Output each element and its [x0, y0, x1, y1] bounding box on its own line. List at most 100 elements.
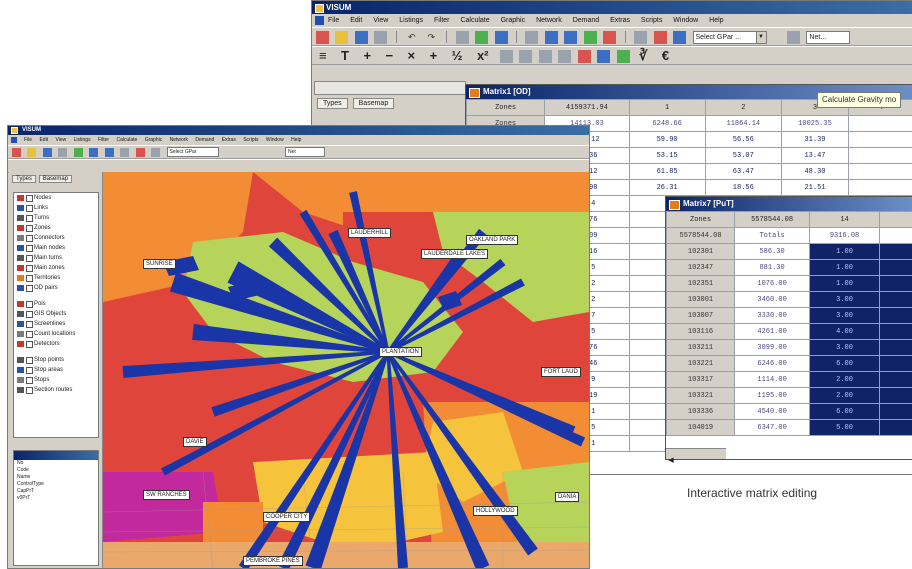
plus-icon[interactable]: + — [363, 48, 371, 63]
layer-item[interactable]: Turns — [14, 213, 98, 223]
cell[interactable]: Totals — [735, 228, 810, 244]
zoom-in-icon[interactable] — [545, 31, 558, 44]
layer-checkbox[interactable] — [26, 367, 33, 374]
cell[interactable]: 2.00 — [810, 388, 880, 404]
col-header[interactable]: Zones — [667, 212, 735, 228]
col-header[interactable]: 1 — [629, 100, 705, 116]
cell[interactable] — [879, 260, 912, 276]
tab-basemap[interactable]: Basemap — [353, 98, 395, 109]
row-header[interactable]: 102347 — [667, 260, 735, 276]
row-header[interactable]: 103001 — [667, 292, 735, 308]
cell[interactable]: 6246.00 — [735, 356, 810, 372]
layer-item[interactable]: Count locations — [14, 329, 98, 339]
menu-graphic[interactable]: Graphic — [501, 14, 526, 27]
menu-calculate[interactable]: Calculate — [460, 14, 489, 27]
menu-edit[interactable]: Edit — [39, 135, 48, 145]
row-header[interactable]: 104019 — [667, 420, 735, 436]
cell[interactable]: 1195.00 — [735, 388, 810, 404]
cell[interactable]: 4.00 — [810, 324, 880, 340]
menu-view[interactable]: View — [55, 135, 66, 145]
cell[interactable] — [848, 148, 912, 164]
redo-icon[interactable]: ↷ — [425, 31, 438, 44]
cell[interactable]: 26.31 — [629, 180, 705, 196]
select-icon[interactable] — [584, 31, 597, 44]
cell[interactable] — [879, 388, 912, 404]
flow-icon[interactable] — [597, 50, 610, 63]
layer-item[interactable]: Stop points — [14, 355, 98, 365]
attribute-row[interactable]: No — [14, 460, 98, 467]
filter-select[interactable]: Select GPar ...▼ — [693, 31, 767, 44]
matrix-icon[interactable] — [539, 50, 552, 63]
new-icon[interactable] — [316, 31, 329, 44]
aggregate-icon[interactable] — [519, 50, 532, 63]
layer-checkbox[interactable] — [26, 245, 33, 252]
print-icon[interactable] — [374, 31, 387, 44]
table-icon[interactable] — [654, 31, 667, 44]
attribute-row[interactable]: CapPrT — [14, 488, 98, 495]
layer-item[interactable]: Territories — [14, 273, 98, 283]
menu-scripts[interactable]: Scripts — [243, 135, 258, 145]
layer-checkbox[interactable] — [26, 195, 33, 202]
layer-checkbox[interactable] — [26, 331, 33, 338]
col-header[interactable]: Zones — [467, 100, 545, 116]
cell[interactable]: 586.30 — [735, 244, 810, 260]
info-icon[interactable] — [495, 31, 508, 44]
menu-file[interactable]: File — [24, 135, 32, 145]
refresh-icon[interactable] — [74, 148, 83, 157]
equals-icon[interactable]: ≡ — [319, 48, 327, 63]
pan-icon[interactable] — [120, 148, 129, 157]
menu-calculate[interactable]: Calculate — [116, 135, 137, 145]
scroll-left-icon[interactable]: ◀ — [666, 456, 676, 464]
cell[interactable]: 4261.00 — [735, 324, 810, 340]
menu-help[interactable]: Help — [291, 135, 301, 145]
layer-item[interactable]: Section routes — [14, 385, 98, 395]
attribute-row[interactable]: ControlType — [14, 481, 98, 488]
menu-extras[interactable]: Extras — [610, 14, 630, 27]
cell[interactable]: 13.47 — [781, 148, 848, 164]
multiply-icon[interactable]: × — [408, 48, 416, 63]
row-header[interactable]: 103317 — [667, 372, 735, 388]
new-icon[interactable] — [12, 148, 21, 157]
cell[interactable]: 3330.00 — [735, 308, 810, 324]
menu-network[interactable]: Network — [536, 14, 562, 27]
filter-icon[interactable] — [603, 31, 616, 44]
print-icon[interactable] — [58, 148, 67, 157]
cell[interactable]: 6.00 — [810, 356, 880, 372]
cell[interactable]: 63.47 — [705, 164, 781, 180]
row-header[interactable]: 5578544.08 — [667, 228, 735, 244]
layer-checkbox[interactable] — [26, 311, 33, 318]
cell[interactable]: 11864.14 — [705, 116, 781, 132]
filter-icon[interactable] — [136, 148, 145, 157]
layer-checkbox[interactable] — [26, 255, 33, 262]
tab-types[interactable]: Types — [317, 98, 348, 109]
layer-item[interactable]: Links — [14, 203, 98, 213]
layer-item[interactable]: Main zones — [14, 263, 98, 273]
cell[interactable] — [879, 292, 912, 308]
layer-item[interactable]: Main turns — [14, 253, 98, 263]
cell[interactable]: 1.00 — [810, 260, 880, 276]
menu-window[interactable]: Window — [266, 135, 284, 145]
cell[interactable]: 21.51 — [781, 180, 848, 196]
layer-checkbox[interactable] — [26, 321, 33, 328]
row-header[interactable]: 102301 — [667, 244, 735, 260]
cell[interactable]: 6248.66 — [629, 116, 705, 132]
attribute-row[interactable]: v0PrT — [14, 495, 98, 502]
list-icon[interactable] — [634, 31, 647, 44]
attribute-row[interactable]: Code — [14, 467, 98, 474]
cell[interactable]: 4540.00 — [735, 404, 810, 420]
layer-checkbox[interactable] — [26, 225, 33, 232]
chart-icon[interactable] — [578, 50, 591, 63]
zoom-in-icon[interactable] — [89, 148, 98, 157]
cell[interactable] — [879, 372, 912, 388]
save-icon[interactable] — [43, 148, 52, 157]
cell[interactable] — [848, 180, 912, 196]
currency-icon[interactable]: € — [662, 48, 669, 63]
layer-checkbox[interactable] — [26, 275, 33, 282]
layer-item[interactable]: GIS Objects — [14, 309, 98, 319]
cell[interactable] — [848, 116, 912, 132]
save-icon[interactable] — [355, 31, 368, 44]
undo-icon[interactable]: ↶ — [405, 31, 418, 44]
gravity-icon[interactable] — [617, 50, 630, 63]
open-icon[interactable] — [27, 148, 36, 157]
cell[interactable]: 3099.00 — [735, 340, 810, 356]
